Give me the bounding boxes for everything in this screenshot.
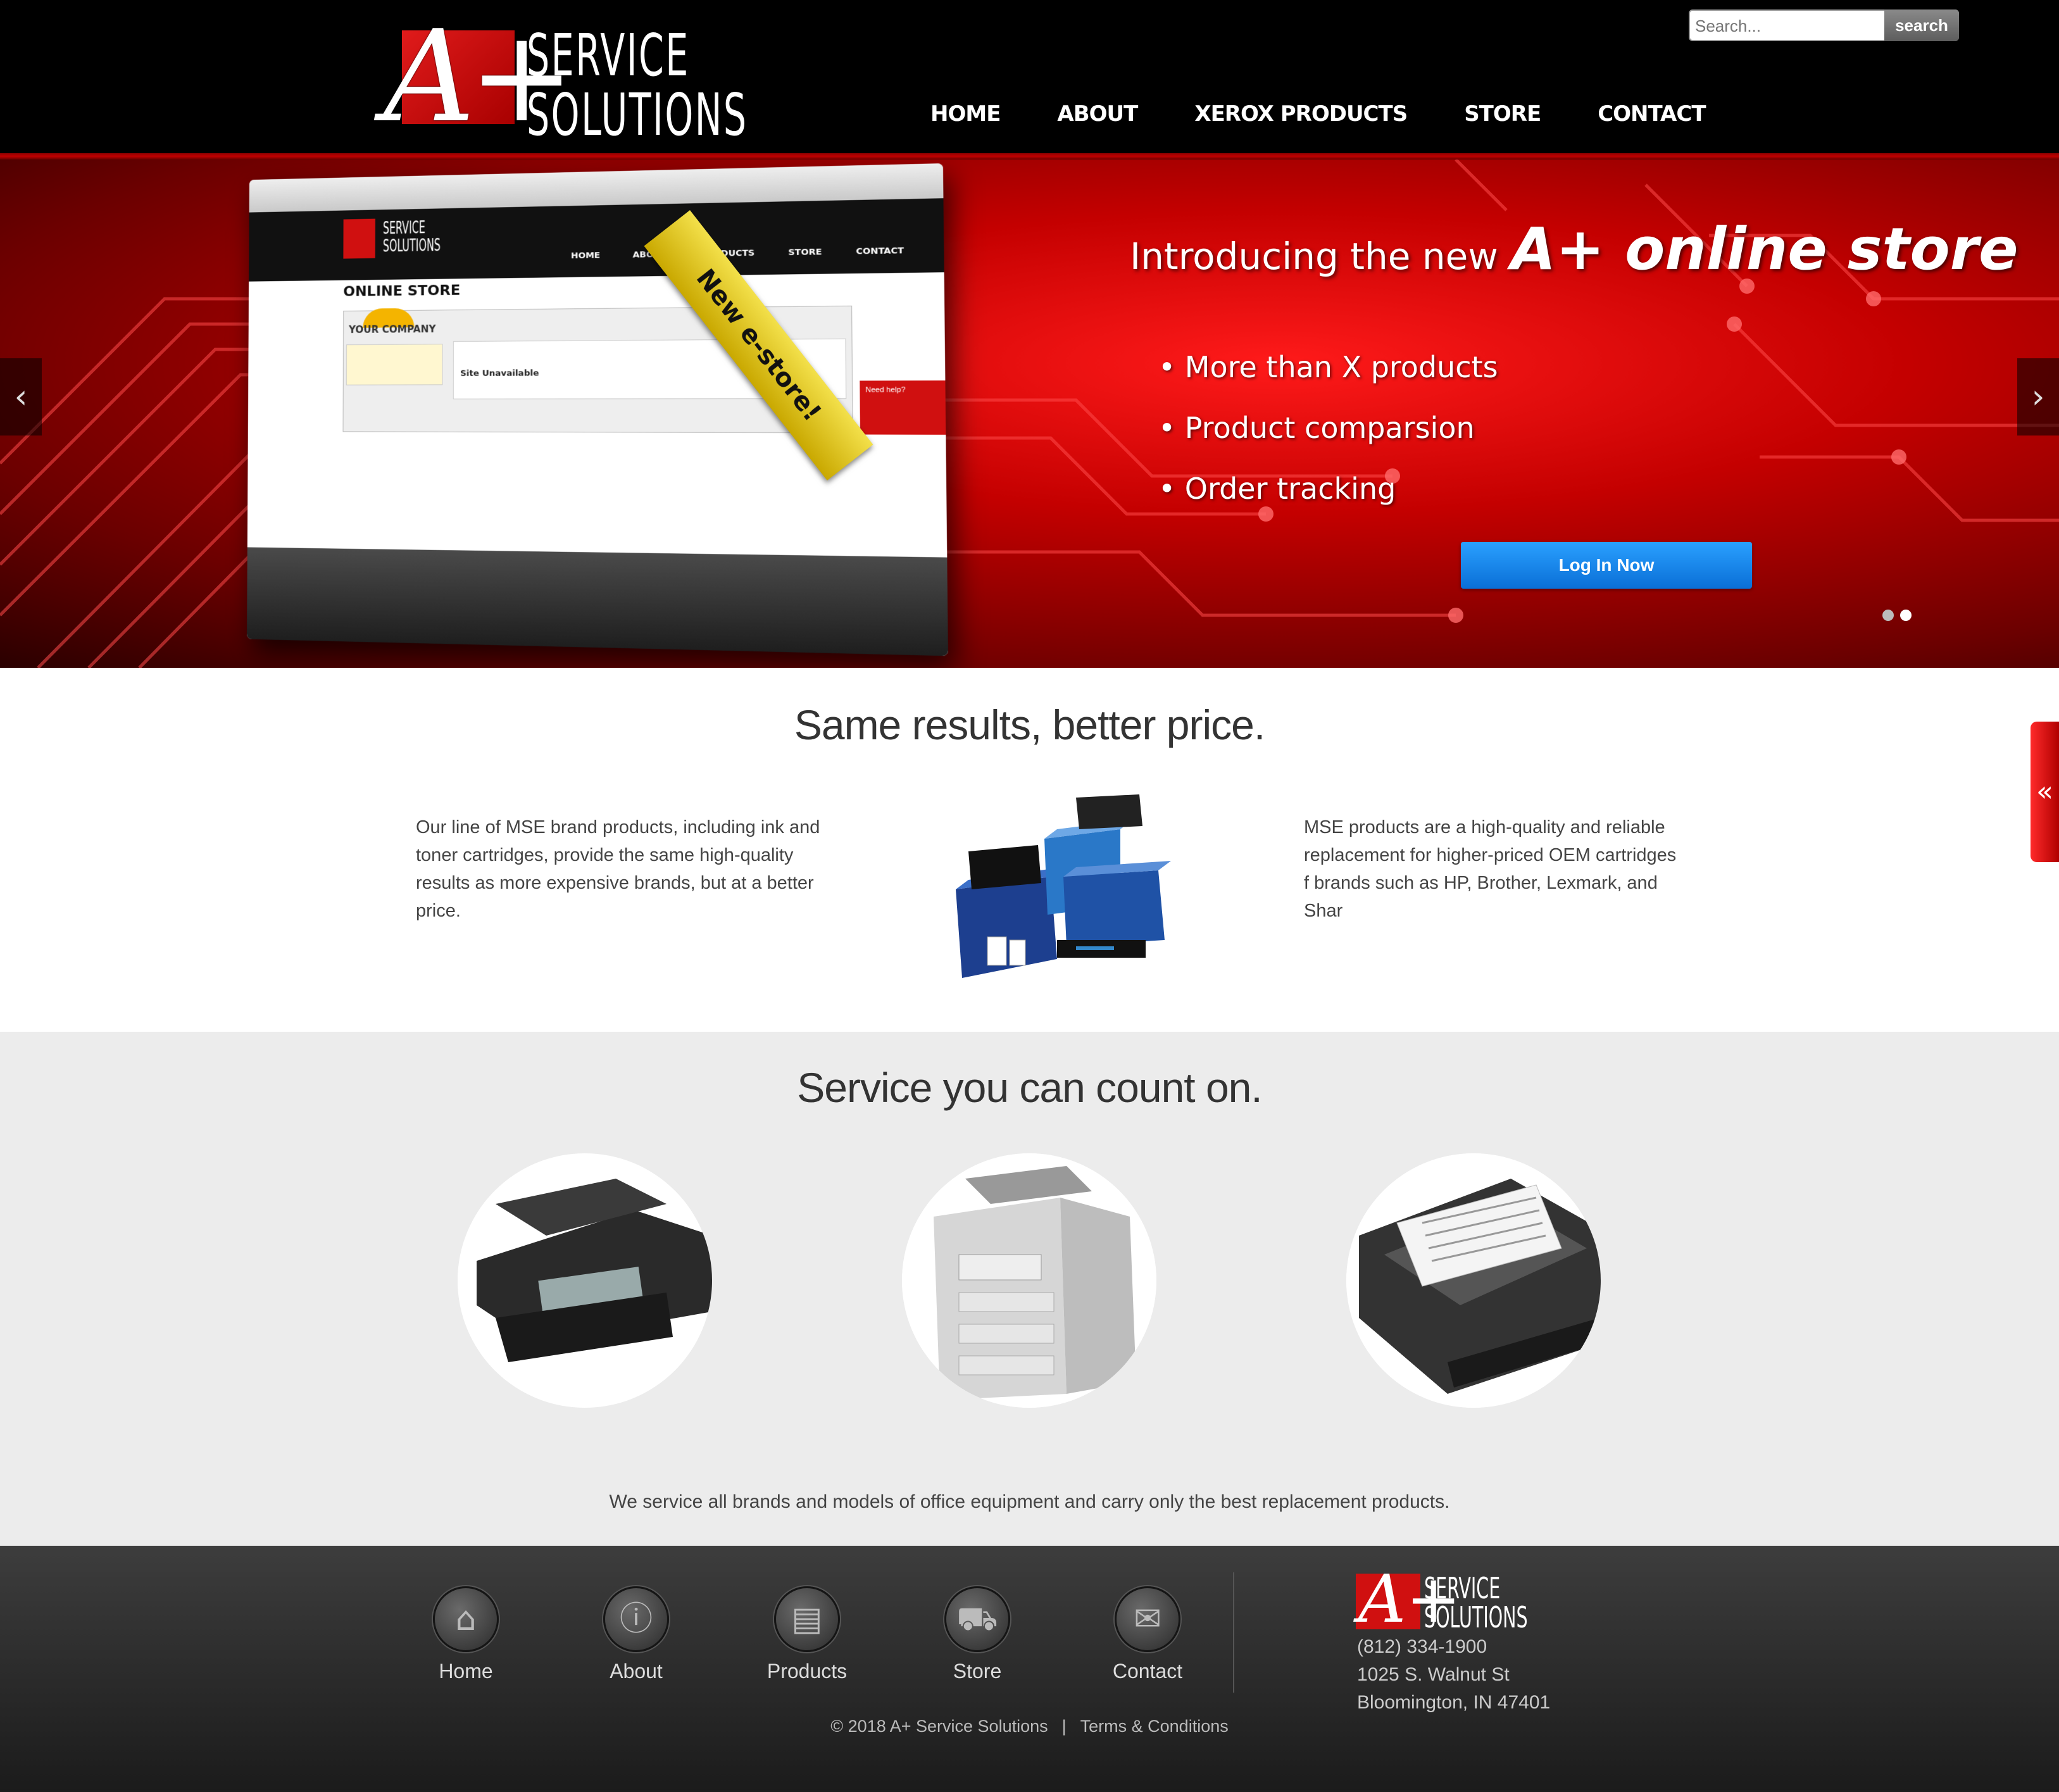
- terms-link[interactable]: Terms & Conditions: [1080, 1717, 1229, 1736]
- footer-divider: [1233, 1572, 1234, 1693]
- nav-contact[interactable]: CONTACT: [1598, 101, 1706, 133]
- footer-link-label: Store: [953, 1660, 1002, 1682]
- site-footer: ⌂ Home ⓘ About ▤ Products ⛟ Store ✉ Cont…: [0, 1546, 2059, 1792]
- logo-line1: SERVICE: [527, 22, 690, 89]
- footer-link-home[interactable]: ⌂ Home: [409, 1586, 523, 1683]
- products-left-text: Our line of MSE brand products, includin…: [416, 817, 820, 921]
- hero-bullet: • More than X products: [1158, 350, 1498, 384]
- footer-link-store[interactable]: ⛟ Store: [920, 1586, 1034, 1683]
- hero-title-emphasis: A+ online store: [1510, 215, 2018, 283]
- copyright: © 2018 A+ Service Solutions: [830, 1717, 1048, 1736]
- hero-bullets: • More than X products • Product compars…: [1158, 337, 1498, 519]
- printer-icon: ▤: [774, 1586, 840, 1652]
- footer-link-label: Contact: [1112, 1660, 1183, 1682]
- side-panel-toggle[interactable]: «: [2031, 722, 2059, 862]
- mock-header: SERVICE SOLUTIONS HOME ABOUT PRODUCTS ST…: [249, 198, 944, 282]
- mock-logo-text: SERVICE SOLUTIONS: [382, 218, 441, 256]
- mock-logo-line1: SERVICE: [382, 218, 425, 239]
- search-button[interactable]: search: [1884, 9, 1959, 41]
- service-caption: We service all brands and models of offi…: [609, 1491, 1450, 1512]
- products-section: Same results, better price. Our line of …: [0, 668, 2059, 1032]
- hero-title-lead: Introducing the new: [1130, 235, 1498, 278]
- mock-company: YOUR COMPANY: [349, 323, 436, 336]
- footer-link-label: About: [610, 1660, 663, 1682]
- mock-left-links: [346, 344, 443, 385]
- site-header: A+ SERVICE SOLUTIONS search HOME ABOUT X…: [0, 0, 2059, 154]
- hero-bullet: • Product comparsion: [1158, 411, 1475, 445]
- main-nav: HOME ABOUT XEROX PRODUCTS STORE CONTACT: [930, 101, 1706, 133]
- cart-icon: ⛟: [944, 1586, 1010, 1652]
- footer-address: (812) 334-1900 1025 S. Walnut St Bloomin…: [1357, 1633, 1550, 1717]
- page: A+ SERVICE SOLUTIONS search HOME ABOUT X…: [0, 0, 2059, 1792]
- hero-bullet: • Order tracking: [1158, 472, 1396, 506]
- nav-store[interactable]: STORE: [1464, 101, 1541, 133]
- hero-slider: SERVICE SOLUTIONS HOME ABOUT PRODUCTS ST…: [0, 160, 2059, 668]
- slider-dots: [1882, 610, 1912, 621]
- mock-page-title: ONLINE STORE: [343, 282, 461, 300]
- copier-image: [902, 1153, 1156, 1408]
- footer-separator: |: [1061, 1717, 1067, 1736]
- nav-about[interactable]: ABOUT: [1057, 101, 1138, 133]
- site-logo[interactable]: A+ SERVICE SOLUTIONS: [380, 14, 746, 144]
- footer-street: 1025 S. Walnut St: [1357, 1664, 1510, 1685]
- header-divider: [0, 153, 2059, 160]
- footer-logo-line2: SOLUTIONS: [1424, 1600, 1528, 1634]
- copier-illustration: [902, 1153, 1156, 1408]
- footer-link-label: Home: [439, 1660, 493, 1682]
- slider-prev-arrow[interactable]: ‹: [0, 358, 42, 435]
- envelope-icon: ✉: [1115, 1586, 1180, 1652]
- printer-image: [458, 1153, 712, 1408]
- hero-title: Introducing the new A+ online store: [1130, 215, 2018, 283]
- info-icon: ⓘ: [603, 1586, 669, 1652]
- printer-illustration: [458, 1179, 712, 1381]
- scanner-image: [1346, 1153, 1601, 1408]
- footer-logo: A+ SERVICE SOLUTIONS: [1356, 1566, 1528, 1632]
- slider-next-arrow[interactable]: ›: [2017, 358, 2059, 435]
- footer-city: Bloomington, IN 47401: [1357, 1692, 1551, 1713]
- logo-line2: SOLUTIONS: [527, 81, 748, 149]
- products-right-text: MSE products are a high-quality and reli…: [1304, 817, 1677, 921]
- search-box: search: [1689, 9, 1959, 41]
- section-title: Service you can count on.: [797, 1064, 1262, 1111]
- footer-link-contact[interactable]: ✉ Contact: [1091, 1586, 1205, 1683]
- scanner-illustration: [1346, 1153, 1601, 1408]
- service-section: Service you can count on. We service all…: [0, 1032, 2059, 1546]
- footer-link-about[interactable]: ⓘ About: [579, 1586, 693, 1683]
- nav-home[interactable]: HOME: [930, 101, 1001, 133]
- mock-logo-mark: [343, 218, 375, 259]
- slider-dot-active[interactable]: [1900, 610, 1912, 621]
- footer-logo-wordmark: SERVICE SOLUTIONS: [1424, 1574, 1528, 1632]
- log-in-now-button[interactable]: Log In Now: [1461, 542, 1752, 589]
- nav-xerox-products[interactable]: XEROX PRODUCTS: [1194, 101, 1408, 133]
- mock-footer: [247, 547, 948, 656]
- footer-bottom-bar: © 2018 A+ Service Solutions | Terms & Cond…: [0, 1717, 2059, 1736]
- footer-phone[interactable]: (812) 334-1900: [1357, 1633, 1550, 1661]
- mock-need-help: Need help?: [860, 380, 946, 435]
- footer-link-label: Products: [767, 1660, 848, 1682]
- mse-products-image: [956, 794, 1171, 978]
- mock-logo-line2: SOLUTIONS: [382, 235, 441, 256]
- slider-dot[interactable]: [1882, 610, 1894, 621]
- mock-nav: HOME ABOUT PRODUCTS STORE CONTACT: [571, 246, 904, 261]
- search-input[interactable]: [1693, 12, 1857, 40]
- footer-link-products[interactable]: ▤ Products: [750, 1586, 864, 1683]
- home-icon: ⌂: [433, 1586, 499, 1652]
- section-title: Same results, better price.: [794, 701, 1265, 748]
- mock-unavailable: Site Unavailable: [460, 368, 539, 379]
- logo-wordmark: SERVICE SOLUTIONS: [527, 27, 748, 144]
